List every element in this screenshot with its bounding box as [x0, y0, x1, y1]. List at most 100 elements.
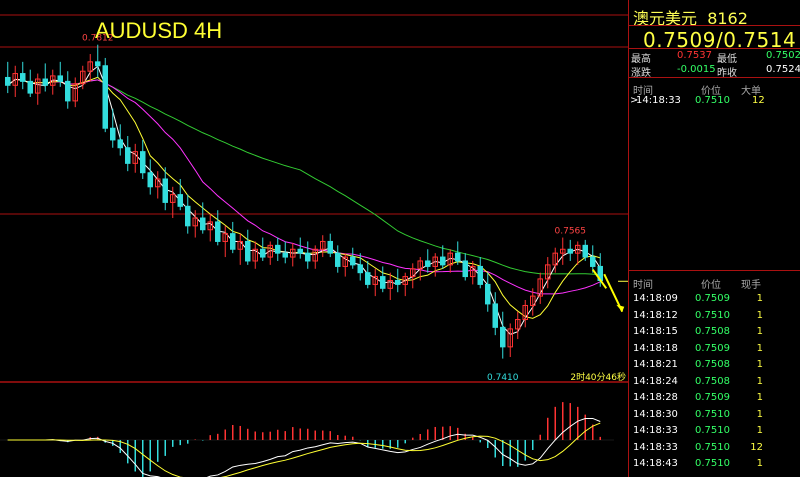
tick-volume: 12	[750, 441, 763, 453]
tick-time: 14:18:33	[633, 425, 678, 436]
candle-body	[27, 80, 33, 94]
chart-canvas[interactable]: 0.78120.74100.75652时40分46秒	[0, 0, 628, 477]
col-header-time: 时间	[633, 280, 653, 291]
tick-price: 0.7510	[695, 441, 730, 453]
tick-time: 14:18:18	[633, 342, 678, 354]
recent-high-label: 0.7565	[555, 227, 587, 237]
candle-body	[20, 73, 26, 82]
candle-body	[485, 283, 491, 305]
candle-body	[177, 194, 183, 207]
candle-body	[65, 80, 71, 102]
candle-body	[275, 244, 281, 254]
tick-price: 0.7510	[695, 458, 730, 469]
candle-body	[357, 264, 363, 274]
candle-body	[200, 217, 206, 231]
tick-price: 0.7510	[695, 309, 730, 321]
trade-volume: 12	[752, 95, 765, 106]
candle-body	[492, 303, 498, 328]
candle-body	[305, 252, 311, 262]
candle-body	[215, 221, 221, 242]
candle-body	[395, 279, 401, 285]
ma-line-fast	[7, 65, 601, 335]
stat-value: 0.7537	[677, 50, 712, 61]
tick-price: 0.7510	[695, 408, 730, 420]
tick-time: 14:18:30	[633, 408, 678, 420]
trade-time: 14:18:33	[636, 95, 681, 106]
tick-volume: 1	[756, 326, 763, 337]
tick-time: 14:18:24	[633, 375, 678, 387]
tick-price: 0.7509	[695, 392, 730, 403]
candle-body	[162, 178, 168, 203]
stat-label: 最高	[631, 54, 651, 65]
low-label: 0.7410	[487, 373, 519, 383]
candle-body	[125, 147, 131, 164]
chart-title: AUDUSD 4H	[95, 18, 223, 43]
candle-body	[455, 252, 461, 262]
tick-volume: 1	[756, 375, 763, 387]
candle-body	[230, 233, 236, 250]
candle-body	[440, 256, 446, 266]
candle-body	[140, 151, 146, 174]
candle-body	[500, 326, 506, 348]
candle-body	[57, 75, 63, 82]
stat-label: 最低	[717, 54, 737, 65]
candle-body	[5, 76, 11, 86]
tick-volume: 1	[756, 293, 763, 304]
quote-panel: 澳元美元 8162 0.7509/0.7514 最高 0.7537 最低 0.7502…	[628, 0, 800, 477]
candle-body	[95, 61, 101, 67]
candle-body	[477, 265, 483, 285]
candle-body	[102, 65, 108, 129]
candle-body	[245, 240, 251, 262]
candle-body	[147, 172, 153, 188]
candlestick-chart[interactable]: 0.7812 0.7410 0.7565 2时40分46秒 AUDUSD 4H	[0, 0, 628, 477]
ma-line-long	[7, 78, 601, 276]
tick-time: 14:18:15	[633, 326, 678, 337]
candle-body	[582, 244, 588, 258]
stat-value: 0.7524	[766, 64, 800, 75]
ma-line-short	[7, 76, 601, 319]
col-header-price: 价位	[701, 280, 721, 291]
col-header-volume: 现手	[741, 280, 761, 291]
tick-volume: 1	[756, 458, 763, 469]
candle-body	[327, 240, 333, 254]
stat-value: 0.7502	[766, 50, 800, 61]
candle-body	[42, 78, 48, 86]
tick-volume: 1	[756, 359, 763, 370]
tick-price: 0.7509	[695, 293, 730, 304]
candle-body	[462, 260, 468, 278]
candle-body	[380, 276, 386, 289]
tick-volume: 1	[756, 309, 763, 321]
candle-body	[567, 248, 573, 254]
macd-dif-line	[7, 417, 601, 477]
tick-time: 14:18:09	[633, 293, 678, 304]
stat-value: -0.0015	[677, 64, 716, 75]
macd-dea-line	[7, 422, 601, 477]
candle-body	[425, 260, 431, 267]
ma-line-mid	[7, 78, 601, 295]
tick-volume: 1	[756, 408, 763, 420]
tick-price: 0.7508	[695, 375, 730, 387]
tick-price: 0.7510	[695, 425, 730, 436]
candle-body	[297, 248, 303, 254]
tick-volume: 1	[756, 392, 763, 403]
candle-body	[282, 252, 288, 258]
tick-time: 14:18:28	[633, 392, 678, 403]
tick-volume: 1	[756, 342, 763, 354]
candle-body	[117, 139, 123, 149]
candle-body	[590, 256, 596, 267]
countdown-label: 2时40分46秒	[570, 371, 626, 383]
tick-price: 0.7508	[695, 326, 730, 337]
candle-body	[365, 272, 371, 285]
tick-price: 0.7508	[695, 359, 730, 370]
candle-body	[110, 127, 116, 141]
candle-body	[335, 252, 341, 267]
candle-body	[260, 248, 266, 258]
arrow-head	[616, 304, 625, 312]
candle-body	[185, 205, 191, 227]
tick-time: 14:18:33	[633, 441, 678, 453]
tick-time: 14:18:21	[633, 359, 678, 370]
candle-body	[350, 256, 356, 266]
tick-price: 0.7509	[695, 342, 730, 354]
trade-price: 0.7510	[695, 95, 730, 106]
tick-time: 14:18:43	[633, 458, 678, 469]
